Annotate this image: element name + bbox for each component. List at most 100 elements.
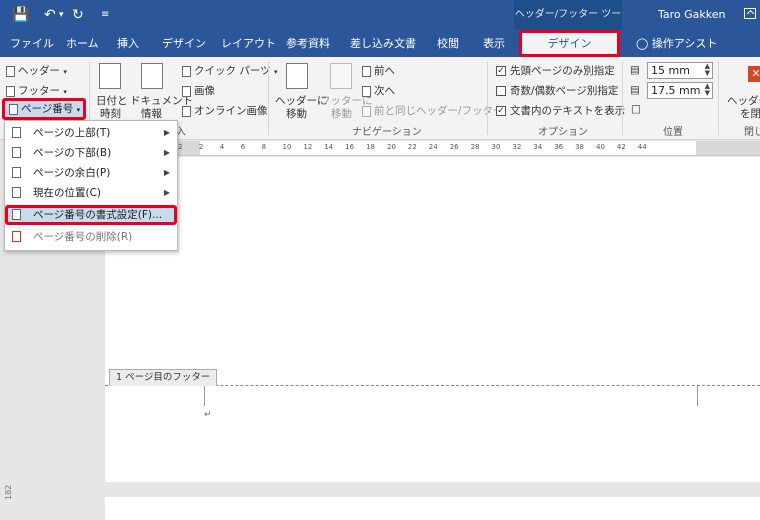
close-header-footer-label-2: を閉 bbox=[740, 108, 760, 120]
menu-item-label: ページの余白(P) bbox=[33, 167, 111, 179]
different-odd-even-label: 奇数/偶数ページ別指定 bbox=[510, 85, 619, 97]
menu-item-label: ページ番号の書式設定(F)... bbox=[33, 209, 163, 221]
ruler-tick-label: 6 bbox=[240, 143, 246, 151]
document-page[interactable] bbox=[105, 157, 760, 482]
next-label: 次へ bbox=[374, 85, 395, 97]
insert-alignment-tab-icon[interactable]: □ bbox=[631, 103, 641, 115]
ruler-tick-label: 40 bbox=[596, 143, 605, 151]
header-button[interactable]: ヘッダー ▾ bbox=[6, 63, 67, 78]
redo-icon[interactable]: ↻ bbox=[72, 5, 84, 25]
ruler-tick-label: 22 bbox=[407, 143, 417, 151]
chevron-right-icon: ▶ bbox=[163, 148, 170, 157]
ruler-tick-label: 24 bbox=[428, 143, 438, 151]
footer-position-input[interactable]: 17.5 mm ▲ ▼ bbox=[647, 82, 713, 99]
next-button[interactable]: 次へ bbox=[362, 83, 395, 98]
chevron-down-icon: ▾ bbox=[63, 68, 67, 76]
previous-button[interactable]: 前へ bbox=[362, 63, 395, 78]
spinner-arrows-icon[interactable]: ▲ ▼ bbox=[705, 83, 710, 97]
link-icon bbox=[362, 105, 371, 117]
link-to-previous-button[interactable]: 前と同じヘッダー/フッター bbox=[362, 103, 504, 118]
page-margin-icon bbox=[12, 167, 21, 178]
different-first-page-checkbox[interactable]: ✓ 先頭ページのみ別指定 bbox=[496, 63, 615, 78]
close-group-label: 閉じ bbox=[744, 127, 760, 138]
tab-insert[interactable]: 挿入 bbox=[117, 30, 139, 57]
tab-header-footer-design[interactable]: デザイン bbox=[519, 30, 620, 57]
ruler-tick-label: 32 bbox=[512, 143, 522, 151]
title-bar: 💾 ↶ ▾ ↻ ≡ ヘッダー/フッター ツール Taro Gakken bbox=[0, 0, 760, 50]
header-position-input[interactable]: 15 mm ▲ ▼ bbox=[647, 62, 713, 79]
header-icon bbox=[6, 65, 15, 77]
chevron-down-icon: ▾ bbox=[76, 106, 81, 114]
menu-item-label: ページ番号の削除(R) bbox=[33, 231, 133, 243]
online-picture-button[interactable]: オンライン画像 bbox=[182, 103, 268, 118]
navigation-group-label: ナビゲーション bbox=[352, 127, 422, 138]
tab-home[interactable]: ホーム bbox=[66, 30, 99, 57]
picture-button[interactable]: 画像 bbox=[182, 83, 215, 98]
ruler-tick-label: 10 bbox=[282, 143, 292, 151]
paragraph-mark-icon: ↵ bbox=[204, 410, 212, 420]
ruler-tick-label: 26 bbox=[449, 143, 459, 151]
group-divider bbox=[487, 61, 488, 135]
page-number-button[interactable]: ページ番号 ▾ bbox=[2, 98, 86, 120]
footer-position-value: 17.5 mm bbox=[651, 84, 701, 97]
picture-icon bbox=[182, 85, 191, 97]
page-top-icon bbox=[12, 127, 21, 138]
tab-view[interactable]: 表示 bbox=[483, 30, 505, 57]
document-info-icon bbox=[141, 63, 163, 89]
menu-item-remove-page-numbers[interactable]: ページ番号の削除(R) bbox=[5, 227, 177, 247]
goto-header-icon bbox=[286, 63, 308, 89]
ruler-tick-label: 8 bbox=[261, 143, 267, 151]
current-position-icon bbox=[12, 187, 21, 198]
ruler-tick-label: 36 bbox=[554, 143, 564, 151]
ruler-tick-label: 30 bbox=[491, 143, 501, 151]
show-document-text-label: 文書内のテキストを表示 bbox=[510, 105, 626, 117]
tab-references[interactable]: 参考資料 bbox=[286, 30, 330, 57]
menu-item-bottom-of-page[interactable]: ページの下部(B) ▶ bbox=[5, 143, 177, 163]
tab-mailings[interactable]: 差し込み文書 bbox=[350, 30, 416, 57]
lightbulb-icon: ◯ bbox=[636, 37, 649, 50]
undo-icon[interactable]: ↶ bbox=[44, 5, 56, 25]
tab-design-main[interactable]: デザイン bbox=[162, 30, 206, 57]
footer-button[interactable]: フッター ▾ bbox=[6, 83, 67, 98]
customize-toolbar-icon[interactable]: ≡ bbox=[101, 5, 109, 25]
ruler-tick-label: 28 bbox=[470, 143, 480, 151]
tab-file[interactable]: ファイル bbox=[10, 30, 54, 57]
ruler-tick-label: 12 bbox=[303, 143, 313, 151]
show-document-text-checkbox[interactable]: ✓ 文書内のテキストを表示 bbox=[496, 103, 625, 118]
ruler-tick-label: 4 bbox=[219, 143, 225, 151]
close-icon[interactable]: ✕ bbox=[748, 66, 760, 82]
different-odd-even-checkbox[interactable]: 奇数/偶数ページ別指定 bbox=[496, 83, 618, 98]
menu-item-label: ページの下部(B) bbox=[33, 147, 112, 159]
page-side-number: 182 bbox=[4, 484, 13, 500]
footer-icon bbox=[6, 85, 15, 97]
ruler-tick-label: 20 bbox=[387, 143, 396, 151]
goto-footer-label-2: 移動 bbox=[331, 108, 352, 120]
footer-label: フッター bbox=[18, 85, 60, 97]
menu-item-format-page-numbers[interactable]: ページ番号の書式設定(F)... bbox=[5, 205, 177, 225]
quick-parts-button[interactable]: クイック パーツ ▾ bbox=[182, 63, 278, 78]
chevron-down-icon: ▾ bbox=[273, 68, 278, 76]
save-icon[interactable]: 💾 bbox=[12, 5, 29, 25]
chevron-right-icon: ▶ bbox=[163, 168, 170, 177]
undo-dropdown-icon[interactable]: ▾ bbox=[59, 5, 64, 25]
checkmark-icon: ✓ bbox=[496, 106, 506, 116]
tab-layout[interactable]: レイアウト bbox=[221, 30, 276, 57]
document-page-next[interactable] bbox=[105, 497, 760, 520]
spinner-arrows-icon[interactable]: ▲ ▼ bbox=[705, 63, 710, 77]
ruler-tick-label: 14 bbox=[324, 143, 334, 151]
group-divider bbox=[718, 61, 719, 135]
ruler-tick-label: 42 bbox=[616, 143, 626, 151]
user-name[interactable]: Taro Gakken bbox=[658, 0, 726, 30]
empty-checkbox-icon bbox=[496, 86, 506, 96]
menu-item-top-of-page[interactable]: ページの上部(T) ▶ bbox=[5, 123, 177, 143]
menu-item-page-margins[interactable]: ページの余白(P) ▶ bbox=[5, 163, 177, 183]
quick-parts-label: クイック パーツ bbox=[194, 65, 271, 77]
menu-item-current-position[interactable]: 現在の位置(C) ▶ bbox=[5, 183, 177, 203]
format-page-number-icon bbox=[12, 209, 21, 220]
tell-me-box[interactable]: ◯ 操作アシスト bbox=[636, 30, 717, 57]
group-divider bbox=[268, 61, 269, 135]
quick-parts-icon bbox=[182, 65, 191, 77]
ruler-tick-label: 2 bbox=[198, 143, 204, 151]
ribbon-display-options-icon[interactable] bbox=[744, 8, 756, 19]
tab-review[interactable]: 校閲 bbox=[437, 30, 459, 57]
